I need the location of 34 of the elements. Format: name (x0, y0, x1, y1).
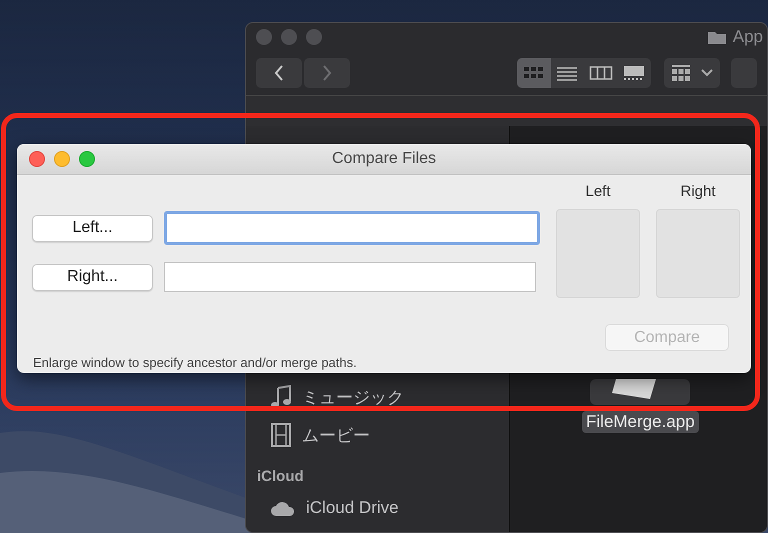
chevron-left-icon (273, 64, 285, 82)
gallery-icon (622, 64, 646, 82)
well-label: Left (585, 183, 611, 200)
sidebar-item[interactable]: ミュージック (246, 378, 509, 416)
columns-icon (588, 64, 613, 82)
path-field[interactable] (164, 211, 540, 245)
chevron-down-icon (700, 68, 714, 78)
view-mode-button[interactable] (517, 58, 550, 88)
sidebar-item[interactable]: ムービー (246, 416, 509, 454)
window-control[interactable] (79, 151, 95, 167)
window-title: Compare Files (332, 150, 436, 168)
window-title: App (732, 27, 763, 47)
cloud-icon (270, 499, 296, 517)
group-button[interactable] (664, 58, 720, 88)
film-strip-icon (270, 423, 292, 447)
chevron-right-icon (321, 64, 333, 82)
grid-icon (670, 64, 692, 82)
back-button[interactable] (256, 58, 302, 88)
music-note-icon (270, 385, 292, 409)
window-control[interactable] (29, 151, 45, 167)
sidebar-item[interactable]: iCloud Drive (246, 489, 509, 527)
choose-file-button[interactable]: Left... (32, 214, 153, 242)
sidebar-section-header: iCloud (256, 467, 305, 487)
folder-icon (706, 29, 727, 45)
window-control[interactable] (306, 29, 322, 45)
hint-text: Enlarge window to specify ancestor and/or merge paths. (33, 355, 357, 370)
window-control[interactable] (54, 151, 70, 167)
choose-file-button[interactable]: Right... (32, 264, 153, 290)
well-label: Right (680, 183, 716, 200)
path-field[interactable] (164, 262, 536, 292)
window-control[interactable] (256, 29, 272, 45)
window-control[interactable] (281, 29, 297, 45)
app-icon (590, 379, 690, 405)
file-name[interactable]: FileMerge.app (582, 411, 699, 433)
